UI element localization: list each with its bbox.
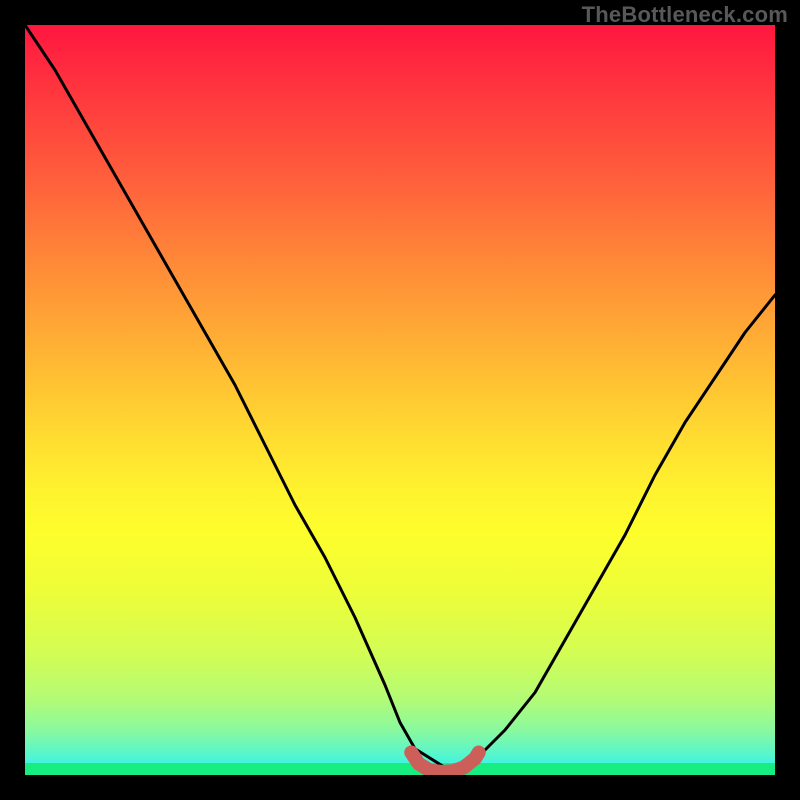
- low-bottleneck-marker: [411, 753, 479, 773]
- watermark-text: TheBottleneck.com: [582, 2, 788, 28]
- bottleneck-curve: [25, 25, 775, 768]
- plot-area: [25, 25, 775, 775]
- chart-frame: TheBottleneck.com: [0, 0, 800, 800]
- curve-layer: [25, 25, 775, 775]
